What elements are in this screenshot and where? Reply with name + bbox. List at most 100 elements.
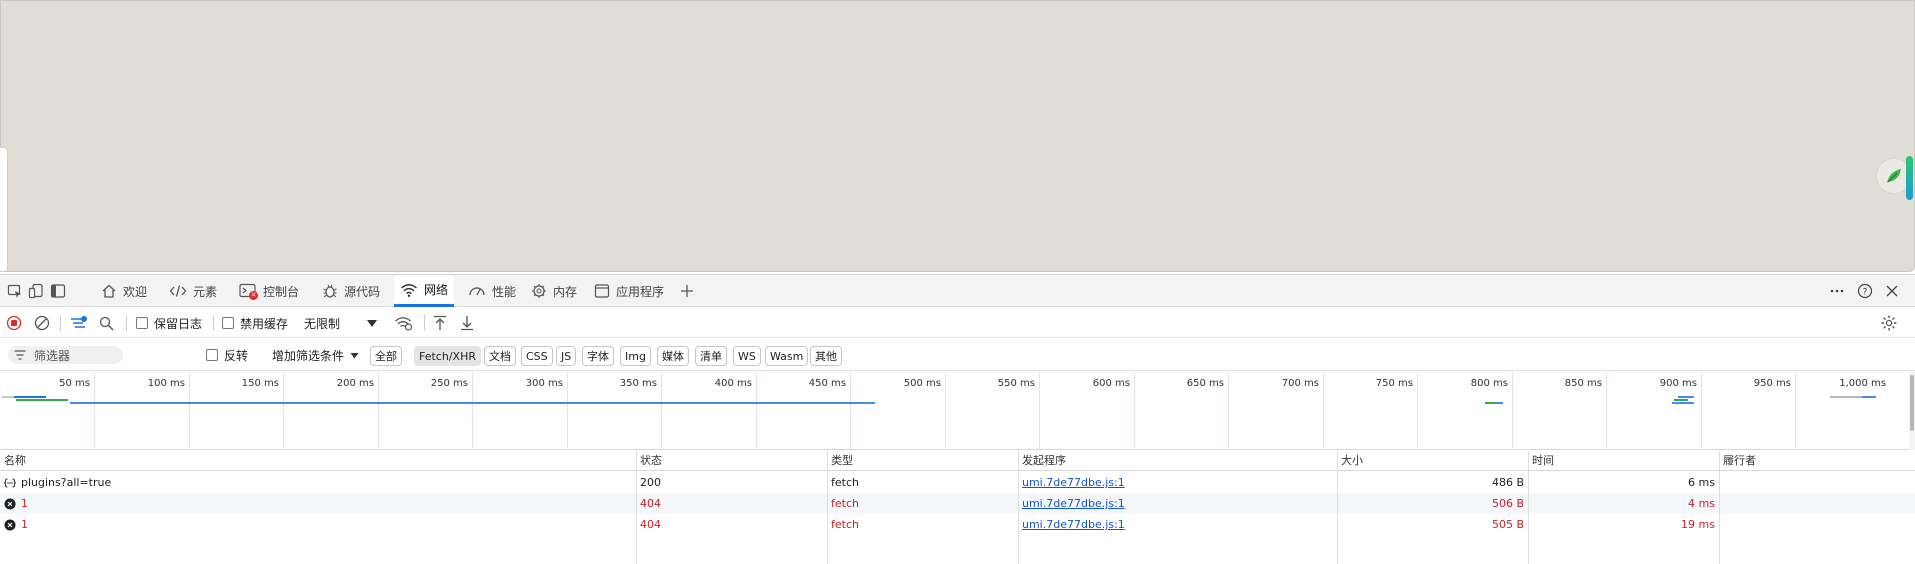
column-divider[interactable] <box>1018 451 1019 564</box>
request-initiator-link[interactable]: umi.7de77dbe.js:1 <box>1022 497 1125 510</box>
column-header-time[interactable]: 时间 <box>1528 451 1719 471</box>
request-size: 505 B <box>1491 518 1524 531</box>
request-status: 404 <box>640 518 661 531</box>
disable-cache-checkbox[interactable]: 禁用缓存 <box>222 313 288 333</box>
request-time: 6 ms <box>1688 476 1715 489</box>
page-side-panel-handle[interactable] <box>0 147 8 272</box>
chip-ws[interactable]: WS <box>733 346 761 366</box>
chip-css[interactable]: CSS <box>521 346 553 366</box>
timeline-tick-label: 800 ms <box>1470 378 1508 389</box>
import-har-button[interactable] <box>433 313 447 333</box>
timeline-scrollbar-thumb[interactable] <box>1910 375 1914 431</box>
column-divider[interactable] <box>1337 451 1338 564</box>
dock-side-icon[interactable] <box>48 281 68 301</box>
timeline-request-bar <box>70 402 875 404</box>
tab-console[interactable]: ✕ 控制台 <box>233 275 305 307</box>
tab-network[interactable]: 网络 <box>394 275 455 307</box>
tab-label: 内存 <box>553 284 578 299</box>
timeline-request-bar <box>1674 399 1688 401</box>
throttling-select[interactable]: 无限制 <box>304 313 340 333</box>
devtools-panel: 欢迎 元素 ✕ 控制台 源代码 网络 性能 内存 应用程序 ? 保留日志 禁用缓… <box>0 274 1915 564</box>
tab-memory[interactable]: 内存 <box>525 275 583 307</box>
wifi-settings-icon <box>395 317 413 331</box>
timeline-overview[interactable]: 50 ms 100 ms 150 ms 200 ms 250 ms 300 ms… <box>0 372 1909 450</box>
throttling-dropdown-button[interactable] <box>366 313 378 333</box>
chip-media[interactable]: 媒体 <box>657 346 689 366</box>
column-header-initiator[interactable]: 发起程序 <box>1018 451 1337 471</box>
network-conditions-button[interactable] <box>394 313 414 333</box>
more-filters-dropdown[interactable]: 增加筛选条件 <box>272 345 359 365</box>
disable-cache-label: 禁用缓存 <box>240 316 289 331</box>
timeline-tick-label: 650 ms <box>1186 378 1224 389</box>
inspect-element-icon[interactable] <box>5 281 25 301</box>
timeline-tick <box>283 372 284 450</box>
error-circle-icon <box>4 519 16 530</box>
chip-all[interactable]: 全部 <box>370 346 402 366</box>
request-fulfilled-by <box>1719 472 1915 493</box>
invert-checkbox[interactable]: 反转 <box>206 345 248 365</box>
timeline-request-bar <box>16 399 68 401</box>
column-header-status[interactable]: 状态 <box>636 451 827 471</box>
timeline-tick <box>1606 372 1607 450</box>
preserve-log-checkbox[interactable]: 保留日志 <box>136 313 202 333</box>
column-header-name[interactable]: 名称 <box>0 451 636 471</box>
clear-button[interactable] <box>34 313 50 333</box>
tab-performance[interactable]: 性能 <box>462 275 522 307</box>
memory-icon <box>532 284 546 298</box>
request-initiator-link[interactable]: umi.7de77dbe.js:1 <box>1022 518 1125 531</box>
timeline-tick <box>1512 372 1513 450</box>
table-row[interactable]: 1 404 fetch umi.7de77dbe.js:1 506 B 4 ms <box>0 493 1915 514</box>
chip-other[interactable]: 其他 <box>810 346 842 366</box>
export-har-button[interactable] <box>460 313 474 333</box>
column-divider[interactable] <box>827 451 828 564</box>
add-tab-icon[interactable] <box>677 281 697 301</box>
gear-icon <box>1881 315 1897 331</box>
inspected-page-viewport[interactable] <box>0 0 1915 272</box>
timeline-tick-label: 50 ms <box>59 378 90 389</box>
chip-img[interactable]: Img <box>620 346 651 366</box>
tab-sources[interactable]: 源代码 <box>316 275 386 307</box>
timeline-tick <box>756 372 757 450</box>
checkbox-box[interactable] <box>222 317 234 329</box>
search-button[interactable] <box>99 313 114 333</box>
table-row[interactable]: plugins?all=true 200 fetch umi.7de77dbe.… <box>0 472 1915 493</box>
device-emulation-icon[interactable] <box>26 281 46 301</box>
timeline-tick-label: 350 ms <box>619 378 657 389</box>
close-devtools-icon[interactable] <box>1882 281 1902 301</box>
timeline-request-bar <box>1485 402 1495 404</box>
request-name: 1 <box>21 518 28 531</box>
column-divider[interactable] <box>1528 451 1529 564</box>
chip-js[interactable]: JS <box>556 346 577 366</box>
help-icon[interactable]: ? <box>1855 281 1875 301</box>
record-button[interactable] <box>6 313 22 333</box>
column-divider[interactable] <box>636 451 637 564</box>
chip-fetch-xhr[interactable]: Fetch/XHR <box>414 346 481 366</box>
filter-input[interactable]: 筛选器 <box>8 346 123 364</box>
checkbox-box[interactable] <box>136 317 148 329</box>
request-fulfilled-by <box>1719 514 1915 535</box>
column-header-type[interactable]: 类型 <box>827 451 1018 471</box>
devtools-tab-bar: 欢迎 元素 ✕ 控制台 源代码 网络 性能 内存 应用程序 ? <box>0 275 1915 307</box>
checkbox-box[interactable] <box>206 349 218 361</box>
timeline-tick <box>1323 372 1324 450</box>
timeline-request-bar <box>1862 396 1876 398</box>
column-header-size[interactable]: 大小 <box>1337 451 1528 471</box>
chip-doc[interactable]: 文档 <box>484 346 516 366</box>
request-initiator-link[interactable]: umi.7de77dbe.js:1 <box>1022 476 1125 489</box>
tab-elements[interactable]: 元素 <box>163 275 223 307</box>
filter-toggle-button[interactable] <box>70 313 88 333</box>
chip-wasm[interactable]: Wasm <box>765 346 809 366</box>
network-settings-button[interactable] <box>1880 313 1898 333</box>
tab-application[interactable]: 应用程序 <box>588 275 670 307</box>
code-icon <box>169 285 187 297</box>
tab-label: 元素 <box>193 284 218 299</box>
chip-font[interactable]: 字体 <box>582 346 614 366</box>
timeline-tick <box>850 372 851 450</box>
column-divider[interactable] <box>1719 451 1720 564</box>
table-row[interactable]: 1 404 fetch umi.7de77dbe.js:1 505 B 19 m… <box>0 514 1915 535</box>
chip-manifest[interactable]: 清单 <box>695 346 727 366</box>
more-options-icon[interactable] <box>1827 281 1847 301</box>
tab-welcome[interactable]: 欢迎 <box>95 275 153 307</box>
column-header-fulfilled-by[interactable]: 履行者 <box>1719 451 1915 471</box>
request-time: 4 ms <box>1688 497 1715 510</box>
